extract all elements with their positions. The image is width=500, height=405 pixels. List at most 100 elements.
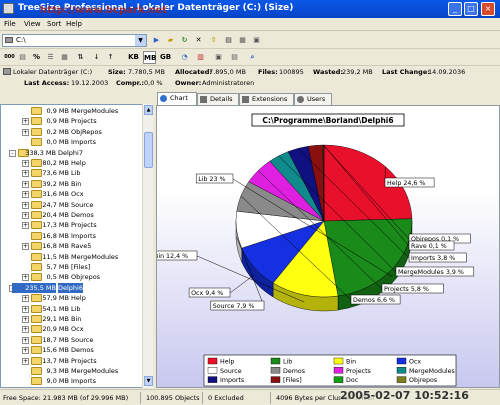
sort-size-icon[interactable]: ↓ [90,51,103,64]
legend-label: Projects [346,368,371,375]
tree-row[interactable]: 5,7 MB [Files] [1,262,151,273]
tree-row[interactable]: +29,1 MB Bin [1,314,151,325]
tree-row[interactable]: +0,5 MB Objrepos [1,272,151,283]
tab-details[interactable]: Details [197,93,239,105]
tree-row[interactable]: 0,0 MB Imports [1,137,151,148]
menu-sort[interactable]: Sort [47,20,61,28]
tree-row[interactable]: +39,2 MB Bin [1,179,151,190]
tree-row[interactable]: +0,9 MB Projects [1,116,151,127]
tab-users[interactable]: Users [294,93,332,105]
tree-row[interactable]: +16,8 MB Rave5 [1,241,151,252]
tree-row-size: 5,7 MB [46,263,69,271]
legend-swatch [207,376,218,383]
tree-row[interactable]: +31,6 MB Ocx [1,189,151,200]
tree-row[interactable]: -338,3 MB Delphi7 [1,148,151,159]
bar-chart-icon[interactable]: ▥ [194,51,207,64]
folder-tree[interactable]: 0,9 MB MergeModules +0,9 MB Projects +0,2 MB… [0,104,153,388]
users-icon [297,96,304,103]
tree-row[interactable]: 11,5 MB MergeModules [1,252,151,263]
main-window: TreeSize Professional - Lokaler Datenträ… [0,0,500,405]
folder-open-icon[interactable]: ▰ [164,34,177,47]
path-combobox[interactable]: C:\ ▼ [2,34,147,47]
scroll-down-arrow[interactable]: ▼ [144,376,153,386]
list-view-icon[interactable]: ☰ [44,51,57,64]
tree-row[interactable]: 6,4 MB[Files] [1,387,151,388]
tree-row[interactable]: 9,3 MB MergeModules [1,366,151,377]
print-icon[interactable]: ▤ [222,34,235,47]
tab-users-label: Users [307,95,326,103]
tree-row[interactable]: 0,9 MB MergeModules [1,106,151,117]
tree-row-size: 20,4 MB [42,211,69,219]
unit-gb-button[interactable]: GB [159,51,172,64]
data-label: Source 7,9 % [213,303,255,310]
options-icon[interactable]: ▣ [250,34,263,47]
tree-row-name: Bin [71,179,82,188]
tree-row[interactable]: +0,2 MB ObjRepos [1,127,151,138]
tree-row[interactable]: +80,2 MB Help [1,158,151,169]
tree-row-name: Imports [71,377,96,386]
chart-options-icon[interactable]: ▣ [212,51,225,64]
tree-row-size: 15,6 MB [42,346,69,355]
owner-label: Owner: [175,79,202,87]
tab-strip: Chart Details Extensions Users [156,92,500,105]
scroll-up-arrow[interactable]: ▲ [144,105,153,115]
tree-row[interactable]: +18,7 MB Source [1,335,151,346]
legend-label: Lib [283,359,292,366]
tree-row[interactable]: +20,9 MB Ocx [1,324,151,335]
up-folder-icon[interactable]: ⇧ [207,34,220,47]
sort-name-icon[interactable]: ⇅ [74,51,87,64]
tree-row[interactable]: +24,7 MB Source [1,200,151,211]
tree-row-size: 6,4 MB [25,387,69,388]
refresh-icon[interactable]: ↻ [178,34,191,47]
tree-scrollbar[interactable]: ▲ ▼ [142,104,153,388]
stop-icon[interactable]: ✕ [192,34,205,47]
unit-mb-button[interactable]: MB [143,51,156,64]
tab-chart[interactable]: Chart [157,92,197,105]
tree-row[interactable]: -235,5 MBDelphi6 [1,282,151,294]
go-arrow-icon[interactable]: ▶ [150,34,163,47]
tab-extensions[interactable]: Extensions [239,93,294,105]
sort-up-icon[interactable]: ↑ [104,51,117,64]
details-icon[interactable]: ▤ [228,51,241,64]
details-icon [200,96,207,103]
menu-file[interactable]: File [4,20,16,28]
export-icon[interactable]: ▦ [236,34,249,47]
tree-row-name: Delphi7 [58,148,83,157]
tree-row[interactable]: +20,4 MB Demos [1,210,151,221]
menu-view[interactable]: View [24,20,41,28]
tab-details-label: Details [210,95,233,103]
grid-view-icon[interactable]: ▦ [58,51,71,64]
menu-help[interactable]: Help [66,20,82,28]
files-view-icon[interactable]: ▤ [16,51,29,64]
tree-row[interactable]: 9,0 MB Imports [1,376,151,387]
tree-row[interactable]: +57,9 MB Help [1,293,151,304]
legend-swatch [396,376,407,383]
tree-row-size: 29,1 MB [42,315,69,323]
minimize-button[interactable]: _ [448,2,462,16]
tree-row-name: [Files] [71,263,91,271]
tree-row[interactable]: +73,6 MB Lib [1,168,151,179]
size-view-button[interactable]: 000 [3,51,16,64]
tab-extensions-label: Extensions [252,95,288,103]
tree-row-name: Objrepos [71,273,101,282]
tree-row[interactable]: 16,8 MB Imports [1,231,151,242]
tree-row-size: 9,0 MB [46,377,69,386]
tree-row[interactable]: +17,3 MB Projects [1,220,151,231]
maximize-button[interactable]: □ [464,2,478,16]
chevron-down-icon[interactable]: ▼ [135,35,146,46]
tree-row-name: Projects [71,117,97,126]
tree-row[interactable]: +54,1 MB Lib [1,304,151,315]
percent-view-button[interactable]: % [30,51,43,64]
chart-panel[interactable]: C:\Programme\Borland\Delphi6 Help 24,6 %… [156,105,500,388]
scroll-thumb[interactable] [144,132,153,168]
unit-kb-button[interactable]: KB [127,51,140,64]
last-change-label: Last Change: [382,68,430,76]
tree-row[interactable]: +13,7 MB Projects [1,356,151,367]
tree-row[interactable]: +15,6 MB Demos [1,345,151,356]
app-icon [3,3,14,14]
close-button[interactable]: × [481,2,495,16]
tree-row-name: Imports [71,231,96,240]
search-icon[interactable]: ⌕ [246,51,259,64]
pie-chart-icon[interactable]: ◔ [178,51,191,64]
drive-label: Lokaler Datenträger (C:) [13,68,93,76]
